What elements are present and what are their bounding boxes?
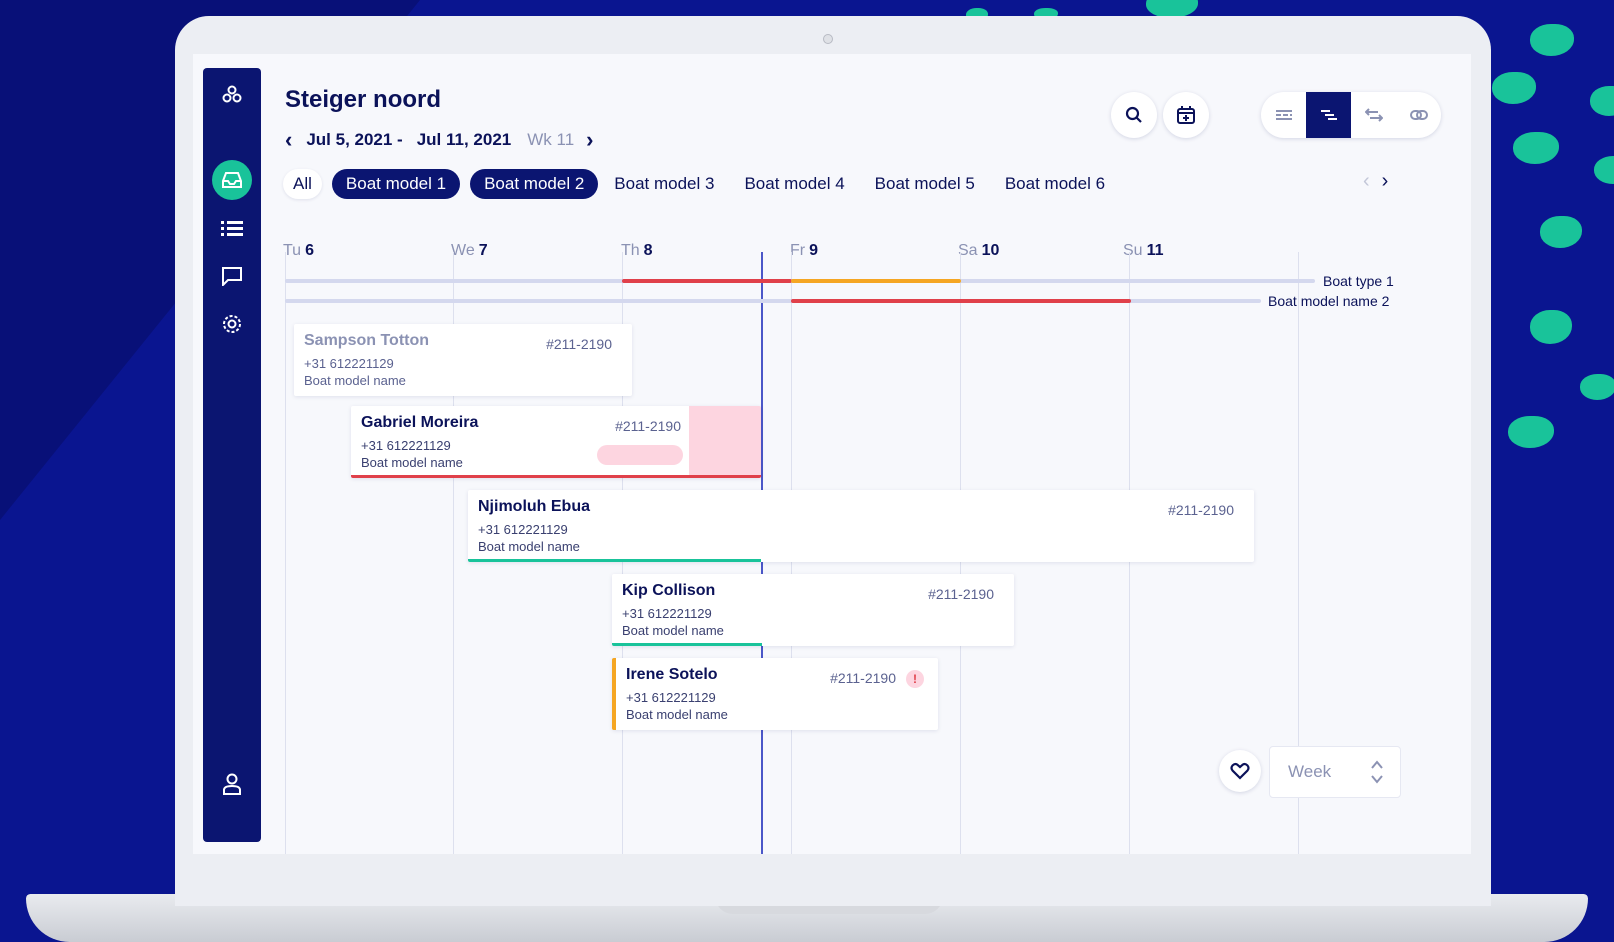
booking-card[interactable]: Gabriel Moreira #211-2190 +31 612221129 …: [351, 406, 761, 478]
next-week-button[interactable]: ›: [586, 127, 593, 153]
boat-model-filters: All Boat model 1 Boat model 2 Boat model…: [283, 168, 1129, 200]
inbox-icon[interactable]: [212, 160, 252, 200]
decor-blob: [1540, 216, 1582, 248]
track-segment-orange: [791, 279, 961, 283]
search-icon: [1125, 106, 1142, 123]
view-mode-gantt[interactable]: [1306, 92, 1351, 138]
day-header: Sa 10: [958, 242, 1000, 259]
view-range-select[interactable]: Week: [1269, 746, 1401, 798]
filter-boat-model-2[interactable]: Boat model 2: [470, 169, 599, 199]
favorite-button[interactable]: [1219, 750, 1261, 792]
track-segment-red: [791, 299, 1131, 303]
track-label: Boat type 1: [1323, 273, 1394, 289]
boat-model: Boat model name: [622, 623, 724, 638]
day-header: Fr 9: [790, 242, 819, 259]
booking-card[interactable]: Irene Sotelo #211-2190 ! +31 612221129 B…: [612, 658, 938, 730]
progress-underline: [612, 643, 762, 646]
list-icon[interactable]: [218, 214, 246, 242]
view-mode-toggle: [1261, 92, 1441, 138]
filter-boat-model-1[interactable]: Boat model 1: [331, 169, 461, 199]
heart-icon: [1230, 762, 1250, 780]
swap-icon: [1364, 108, 1383, 122]
decor-blob: [1513, 132, 1559, 164]
customer-name: Njimoluh Ebua: [478, 498, 590, 515]
booking-card[interactable]: Njimoluh Ebua #211-2190 +31 612221129 Bo…: [468, 490, 1254, 562]
filter-lines-icon: [1275, 110, 1292, 120]
progress-underline: [468, 559, 761, 562]
filter-boat-model-3[interactable]: Boat model 3: [608, 169, 720, 199]
app-screen: Steiger noord ‹ Jul 5, 2021 - Jul 11, 20…: [193, 54, 1471, 854]
gantt-icon: [1320, 110, 1337, 120]
customer-phone: +31 612221129: [478, 522, 568, 537]
decor-blob: [1580, 374, 1614, 400]
filter-scroll: ‹ ›: [1363, 170, 1388, 193]
filter-boat-model-6[interactable]: Boat model 6: [999, 169, 1111, 199]
page-title: Steiger noord: [285, 86, 442, 113]
chevron-up-down-icon: [1371, 760, 1383, 784]
boat-model: Boat model name: [361, 455, 463, 470]
day-header: We 7: [451, 242, 488, 259]
alert-badge: !: [906, 670, 924, 688]
view-mode-link[interactable]: [1396, 92, 1441, 138]
day-header: Tu 6: [283, 242, 314, 259]
sidebar: [203, 68, 261, 842]
booking-id: #211-2190: [546, 336, 612, 352]
view-range-value: Week: [1288, 762, 1332, 781]
customer-phone: +31 612221129: [622, 606, 712, 621]
boat-model: Boat model name: [304, 373, 406, 388]
day-gridline: [285, 252, 286, 854]
date-start: Jul 5, 2021 -: [306, 130, 403, 149]
view-mode-swap[interactable]: [1351, 92, 1396, 138]
booking-id: #211-2190: [615, 418, 681, 434]
booking-id: #211-2190: [928, 586, 994, 602]
customer-phone: +31 612221129: [361, 438, 451, 453]
booking-id: #211-2190: [830, 670, 896, 686]
chevron-right-icon[interactable]: ›: [1382, 170, 1389, 193]
status-underline: [351, 475, 761, 478]
calendar-add-button[interactable]: [1163, 92, 1209, 138]
decor-blob: [1530, 24, 1574, 56]
customer-phone: +31 612221129: [304, 356, 394, 371]
link-icon: [1409, 110, 1428, 120]
gear-icon[interactable]: [218, 310, 246, 338]
search-button[interactable]: [1111, 92, 1157, 138]
chat-icon[interactable]: [218, 262, 246, 290]
customer-name: Kip Collison: [622, 582, 716, 599]
booking-id: #211-2190: [1168, 502, 1234, 518]
boat-model: Boat model name: [626, 707, 728, 722]
decor-blob: [1590, 86, 1614, 116]
decor-blob: [1530, 310, 1572, 344]
prev-week-button[interactable]: ‹: [285, 127, 292, 153]
chevron-left-icon[interactable]: ‹: [1363, 170, 1370, 193]
status-placeholder-pill: [597, 445, 683, 465]
decor-blob: [1508, 416, 1554, 448]
date-range: ‹ Jul 5, 2021 - Jul 11, 2021 Wk 11 ›: [285, 127, 594, 153]
customer-name: Sampson Totton: [304, 332, 430, 349]
camera-dot: [823, 34, 833, 44]
decor-blob: [1492, 72, 1536, 104]
track-segment-red: [622, 279, 792, 283]
boat-model: Boat model name: [478, 539, 580, 554]
view-mode-filter[interactable]: [1261, 92, 1306, 138]
overdue-highlight: [689, 406, 761, 478]
week-number: Wk 11: [527, 130, 575, 149]
date-end: Jul 11, 2021: [416, 130, 512, 149]
decor-blob: [1594, 156, 1614, 184]
filter-boat-model-5[interactable]: Boat model 5: [869, 169, 981, 199]
booking-card[interactable]: Sampson Totton #211-2190 +31 612221129 B…: [294, 324, 632, 396]
user-icon[interactable]: [218, 770, 246, 798]
customer-phone: +31 612221129: [626, 690, 716, 705]
filter-boat-model-4[interactable]: Boat model 4: [738, 169, 850, 199]
calendar-add-icon: [1177, 106, 1195, 124]
filter-all[interactable]: All: [283, 169, 322, 199]
logo-icon[interactable]: [218, 80, 246, 108]
day-header: Th 8: [621, 242, 653, 259]
customer-name: Gabriel Moreira: [361, 414, 479, 431]
track-label: Boat model name 2: [1268, 293, 1390, 309]
booking-card[interactable]: Kip Collison #211-2190 +31 612221129 Boa…: [612, 574, 1014, 646]
customer-name: Irene Sotelo: [626, 666, 718, 683]
